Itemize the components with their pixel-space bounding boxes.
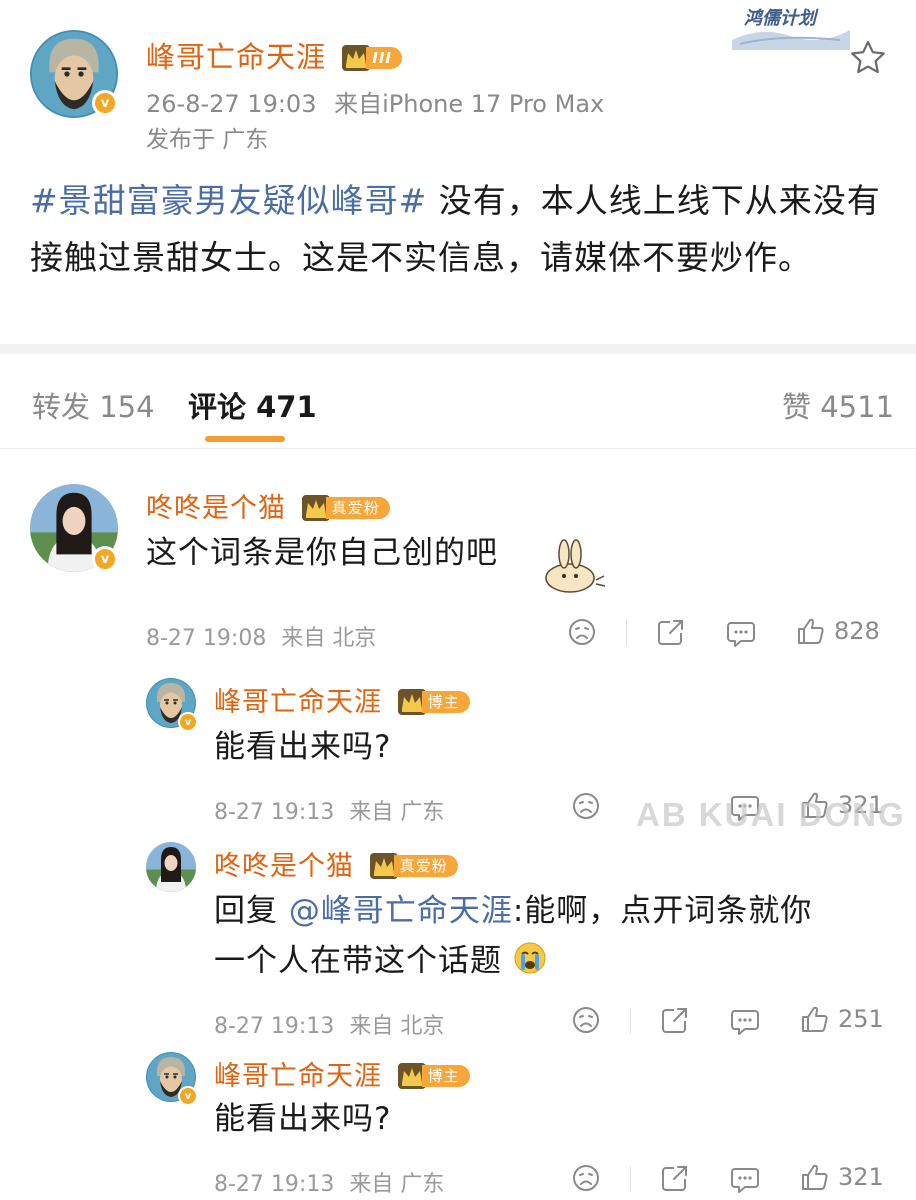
post-time: 26-8-27 19:03 来自iPhone 17 Pro Max [146, 84, 604, 119]
reply-author[interactable]: 峰哥亡命天涯 博主 [214, 1054, 470, 1093]
tab-repost[interactable]: 转发 154 [32, 384, 155, 426]
tab-active-indicator [205, 436, 285, 442]
reply-meta: 8-27 19:13 来自 广东 [214, 1166, 444, 1198]
reply-location: 来自 北京 [349, 1014, 445, 1039]
post-time-value: 26-8-27 19:03 [146, 90, 317, 118]
like-button[interactable]: 321 [800, 1162, 884, 1192]
post-location: 发布于 广东 [146, 127, 269, 153]
reply-time: 8-27 19:13 [214, 1172, 335, 1197]
reply-text: 能看出来吗? [214, 729, 392, 765]
like-count: 321 [838, 1163, 884, 1191]
dislike-icon[interactable] [568, 618, 596, 646]
mention-link[interactable]: @峰哥亡命天涯 [289, 893, 513, 929]
dislike-button[interactable] [572, 1164, 600, 1192]
reply-location: 来自 广东 [349, 800, 445, 825]
share-icon[interactable] [660, 1006, 690, 1036]
level-badge: III [342, 44, 402, 72]
share-button[interactable] [660, 1164, 690, 1194]
reply-author-text[interactable]: 咚咚是个猫 [214, 851, 354, 882]
reply-author[interactable]: 峰哥亡命天涯 博主 [214, 680, 470, 719]
verified-icon: v [178, 712, 198, 732]
verified-icon: v [92, 90, 118, 116]
comment-author-text[interactable]: 咚咚是个猫 [146, 493, 286, 524]
fan-badge-label: 真爱粉 [325, 497, 390, 519]
like-icon[interactable] [796, 616, 826, 646]
comment-text: 这个词条是你自己创的吧 [146, 528, 498, 578]
like-icon[interactable] [800, 1004, 830, 1034]
brand-logo: 鸿儒计划 [732, 2, 850, 50]
like-icon[interactable] [800, 1162, 830, 1192]
reply-text-line2: 一个人在带这个话题 [214, 943, 502, 979]
action-separator [630, 1166, 631, 1192]
owner-badge: 博主 [397, 1062, 470, 1090]
reply-meta: 8-27 19:13 来自 广东 [214, 794, 444, 826]
post-hashtag[interactable]: #景甜富豪男友疑似峰哥# [30, 181, 427, 220]
tabs-divider [0, 448, 916, 449]
share-button[interactable] [660, 1006, 690, 1036]
reply-button[interactable] [730, 1164, 760, 1194]
reply-author-text[interactable]: 峰哥亡命天涯 [214, 687, 382, 718]
tab-comment[interactable]: 评论 471 [188, 384, 317, 426]
like-button[interactable]: 251 [800, 1004, 884, 1034]
fan-badge-label: 真爱粉 [393, 855, 458, 877]
reply-prefix: 回复 [214, 893, 289, 929]
action-separator [626, 620, 627, 646]
action-separator [630, 1008, 631, 1034]
comment-author[interactable]: 咚咚是个猫 真爱粉 [146, 486, 390, 525]
comment-icon[interactable] [730, 1006, 760, 1036]
comment-text-value: 这个词条是你自己创的吧 [146, 535, 498, 571]
reply-text: 回复 @峰哥亡命天涯:能啊，点开词条就你 一个人在带这个话题 [214, 886, 894, 990]
comment-time: 8-27 19:08 [146, 626, 267, 651]
dislike-icon[interactable] [572, 792, 600, 820]
dislike-icon[interactable] [572, 1164, 600, 1192]
share-icon[interactable] [656, 618, 686, 648]
tab-like[interactable]: 赞 4511 [782, 384, 894, 426]
owner-badge: 博主 [397, 688, 470, 716]
reply-avatar[interactable] [146, 842, 196, 892]
rabbit-sticker-icon [540, 536, 612, 596]
share-button[interactable] [656, 618, 686, 648]
share-icon[interactable] [660, 1164, 690, 1194]
like-button[interactable]: 828 [796, 616, 880, 646]
reply-location: 来自 广东 [349, 1172, 445, 1197]
like-count: 828 [834, 617, 880, 645]
reply-button[interactable] [726, 618, 756, 648]
poster-name-text[interactable]: 峰哥亡命天涯 [146, 40, 326, 74]
dislike-icon[interactable] [572, 1006, 600, 1034]
reply-time: 8-27 19:13 [214, 1014, 335, 1039]
level-badge-label: III [366, 47, 402, 69]
verified-icon: v [178, 1086, 198, 1106]
verified-icon: v [92, 546, 118, 572]
brand-logo-text: 鸿儒计划 [744, 8, 816, 29]
comment-icon[interactable] [726, 618, 756, 648]
owner-badge-label: 博主 [421, 691, 470, 713]
dislike-button[interactable] [572, 792, 600, 820]
owner-badge-label: 博主 [421, 1065, 470, 1087]
fan-badge: 真爱粉 [369, 852, 458, 880]
section-divider [0, 344, 916, 354]
fan-badge: 真爱粉 [301, 494, 390, 522]
dislike-button[interactable] [572, 1006, 600, 1034]
reply-author[interactable]: 咚咚是个猫 真爱粉 [214, 844, 458, 883]
comment-location: 来自 北京 [281, 626, 377, 651]
reply-time: 8-27 19:13 [214, 800, 335, 825]
comment-icon[interactable] [730, 1164, 760, 1194]
reply-text: 能看出来吗? [214, 1101, 392, 1137]
watermark: AB KUAI DONG [636, 796, 906, 833]
like-count: 251 [838, 1005, 884, 1033]
reply-button[interactable] [730, 1006, 760, 1036]
favorite-button[interactable] [848, 38, 888, 78]
comment-meta: 8-27 19:08 来自 北京 [146, 620, 376, 652]
dislike-button[interactable] [568, 618, 596, 646]
post-body: #景甜富豪男友疑似峰哥# 没有，本人线上线下从来没有接触过景甜女士。这是不实信息… [30, 172, 890, 286]
reply-meta: 8-27 19:13 来自 北京 [214, 1008, 444, 1040]
post-source: 来自iPhone 17 Pro Max [334, 90, 605, 118]
poster-name[interactable]: 峰哥亡命天涯 III [146, 34, 402, 76]
reply-text-line1: :能啊，点开词条就你 [512, 893, 813, 929]
reply-author-text[interactable]: 峰哥亡命天涯 [214, 1061, 382, 1092]
crying-emoji-icon [513, 940, 547, 990]
star-icon[interactable] [848, 38, 888, 78]
